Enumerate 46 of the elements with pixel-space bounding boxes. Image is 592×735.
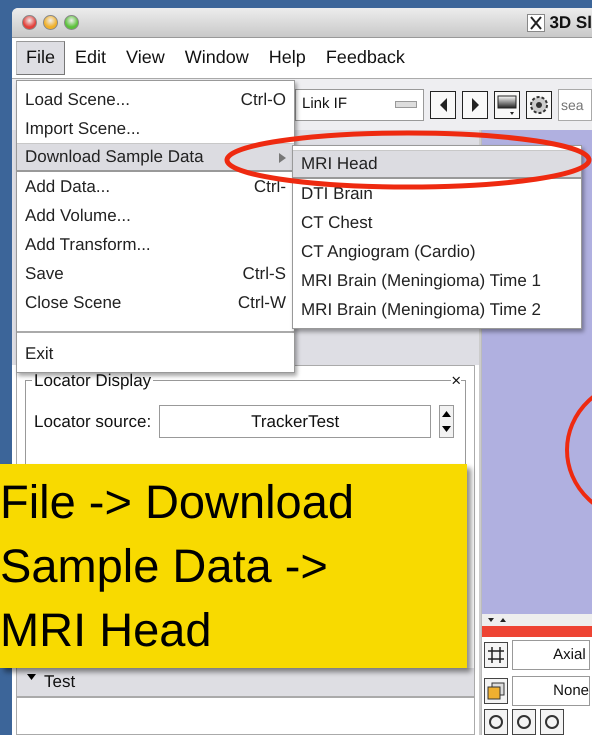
previous-button[interactable] (430, 90, 456, 118)
link-dropdown[interactable]: Link IF (295, 88, 424, 120)
zoom-button[interactable] (64, 15, 79, 30)
menu-item[interactable]: Close Scene Ctrl-W (17, 288, 294, 317)
menu-item[interactable]: DTI Brain (293, 179, 581, 208)
menu-item[interactable]: Import Scene... (17, 114, 294, 143)
right-triangle-icon (472, 98, 479, 112)
menu-item[interactable]: File (16, 41, 66, 75)
menu-item[interactable]: CT Chest (293, 208, 581, 237)
search-field[interactable]: sea (558, 88, 592, 120)
menu-item[interactable]: Edit (65, 41, 116, 75)
menu-item[interactable]: Download Sample Data (17, 143, 294, 172)
menu-item[interactable]: Load Scene... Ctrl-O (17, 85, 294, 114)
dropdown[interactable]: None (512, 676, 590, 706)
layers-icon[interactable] (484, 678, 508, 704)
gradient-icon (497, 94, 518, 114)
section-header[interactable]: Test (17, 668, 474, 698)
menu-item[interactable]: Save Ctrl-S (17, 259, 294, 288)
menu-item[interactable]: MRI Head (293, 150, 581, 179)
menu-item[interactable]: CT Angiogram (Cardio) (293, 237, 581, 266)
x11-icon (527, 14, 546, 32)
menu-item[interactable]: Window (174, 41, 259, 75)
minimize-button[interactable] (43, 15, 58, 30)
gear-icon (530, 96, 548, 114)
locator-source-field[interactable]: TrackerTest (159, 405, 432, 438)
menu-item[interactable]: Add Volume... (17, 201, 294, 230)
menu-item[interactable]: MRI Brain (Meningioma) Time 1 (293, 266, 581, 295)
menu-item[interactable]: View (116, 41, 175, 75)
left-triangle-icon (440, 98, 447, 112)
field-label: Locator source: (34, 410, 152, 433)
menu-item[interactable]: Add Data... Ctrl- (17, 172, 294, 201)
window-title: 3D Sl (549, 12, 592, 34)
menu-item[interactable]: Add Transform... (17, 230, 294, 259)
dropdown[interactable]: Axial (512, 640, 590, 670)
display-button[interactable] (494, 90, 520, 118)
spin-buttons[interactable] (439, 405, 454, 438)
next-button[interactable] (462, 90, 488, 118)
menu-item[interactable]: Feedback (316, 41, 415, 75)
settings-button[interactable] (526, 90, 552, 118)
annotation-note: File -> Download Sample Data -> MRI Head (0, 464, 467, 668)
close-button[interactable] (22, 15, 37, 30)
menu-item[interactable]: Help (258, 41, 316, 75)
submenu-arrow-icon (279, 152, 286, 163)
menu-item[interactable]: Exit (17, 339, 294, 368)
menu-item[interactable]: MRI Brain (Meningioma) Time 2 (293, 295, 581, 324)
crosshair-icon[interactable] (484, 642, 508, 668)
